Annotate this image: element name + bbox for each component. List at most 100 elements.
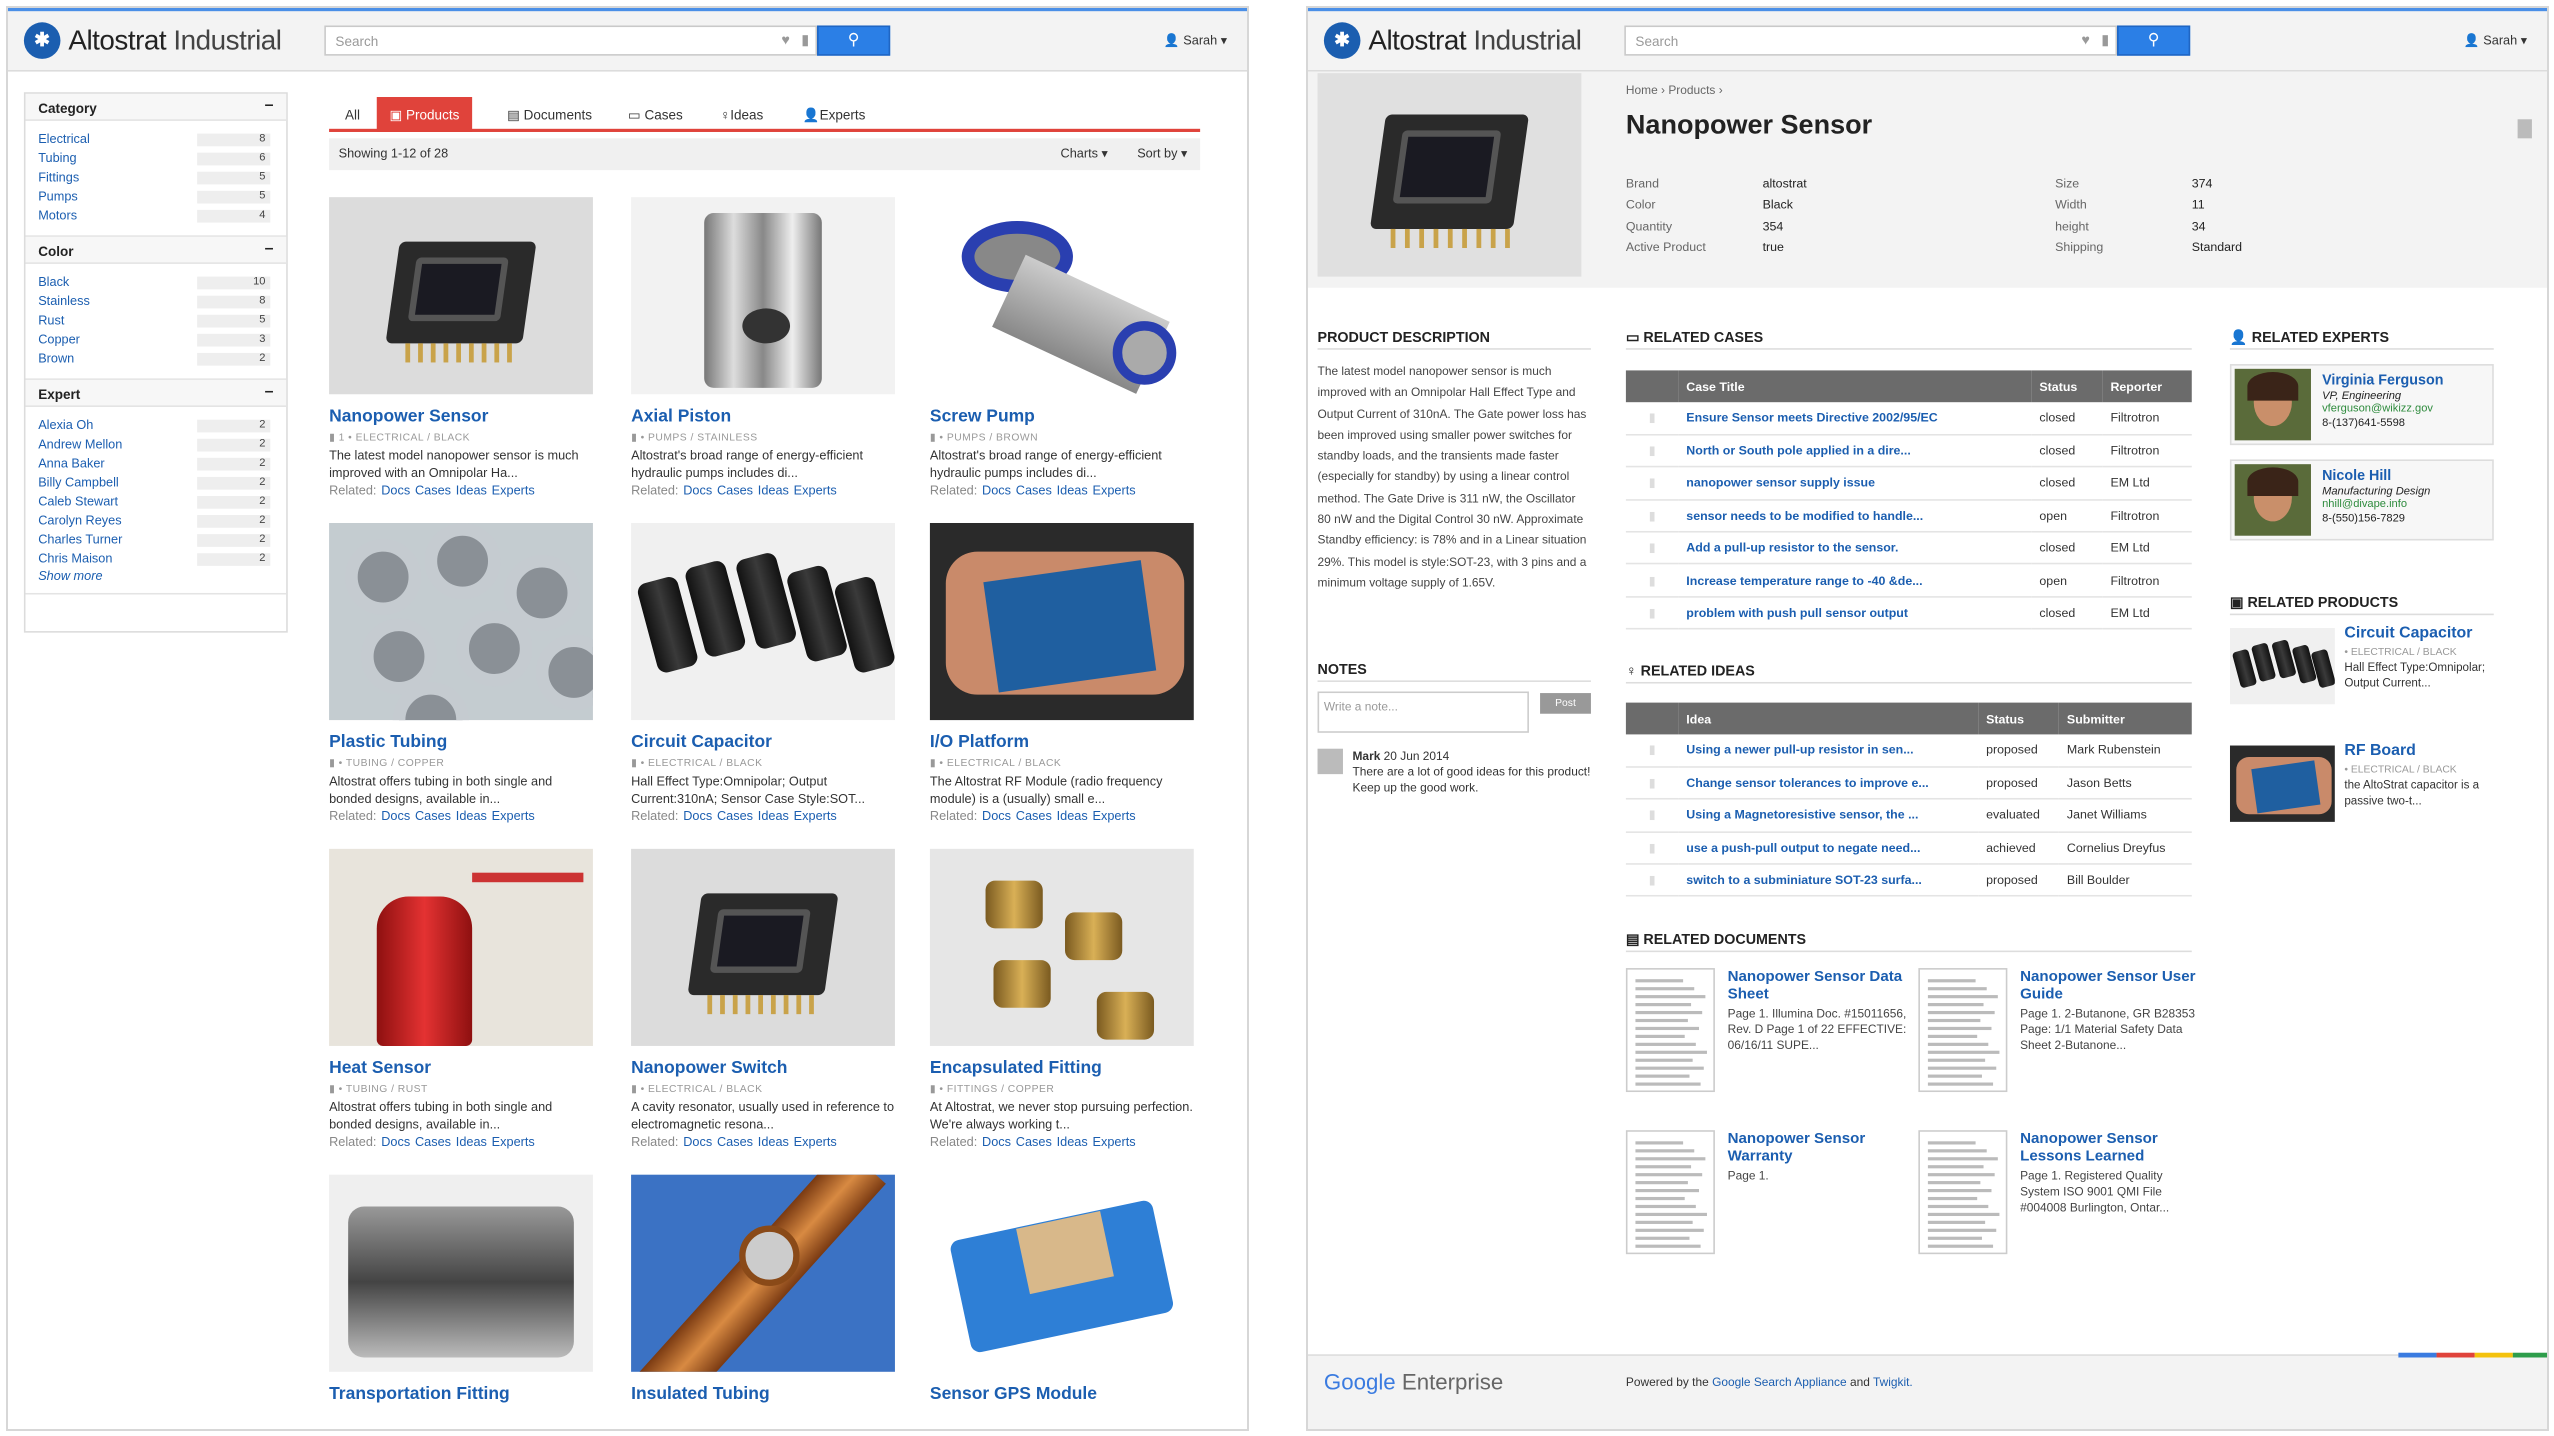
breadcrumb-products[interactable]: Products	[1668, 83, 1715, 97]
product-image[interactable]	[631, 197, 895, 395]
bookmark-icon[interactable]: ▮	[1625, 864, 1679, 898]
tab-documents[interactable]: ▤ Documents	[494, 97, 604, 132]
bookmark-icon[interactable]: ▮	[329, 432, 339, 443]
twigkit-link[interactable]: Twigkit.	[1873, 1375, 1913, 1389]
tab-experts[interactable]: 👤Experts	[790, 97, 878, 132]
document-title[interactable]: Nanopower Sensor Warranty	[1728, 1130, 1909, 1165]
user-menu[interactable]: 👤 Sarah ▾	[2464, 33, 2527, 47]
bookmark-icon[interactable]	[2517, 119, 2532, 139]
expert-card[interactable]: Virginia Ferguson VP, Engineering vferguso…	[2229, 364, 2494, 446]
related-ideas-link[interactable]: Ideas	[456, 809, 487, 823]
related-experts-link[interactable]: Experts	[1093, 483, 1136, 497]
idea-row[interactable]: ▮ Using a Magnetoresistive sensor, the ..…	[1625, 799, 2192, 833]
note-input[interactable]: Write a note...	[1317, 691, 1529, 733]
bookmark-icon[interactable]: ▮	[930, 432, 940, 443]
related-cases-link[interactable]: Cases	[717, 1135, 753, 1149]
charts-dropdown[interactable]: Charts ▾	[1061, 146, 1108, 160]
facet-item[interactable]: Pumps 5	[25, 188, 286, 207]
case-row[interactable]: ▮ Increase temperature range to -40 &de..…	[1625, 564, 2192, 598]
bookmark-icon[interactable]: ▮	[1625, 766, 1679, 801]
search-input[interactable]: Search ♥ ▮	[324, 25, 818, 56]
tab-all[interactable]: All	[332, 97, 372, 132]
facet-item[interactable]: Anna Baker 2	[25, 455, 286, 474]
search-button[interactable]: ⚲	[817, 25, 891, 56]
facet-item[interactable]: Electrical 8	[25, 130, 286, 149]
case-title-link[interactable]: North or South pole applied in a dire...	[1678, 434, 2032, 468]
product-image[interactable]	[631, 848, 895, 1046]
bookmark-icon[interactable]: ▮	[930, 758, 940, 769]
related-experts-link[interactable]: Experts	[492, 483, 535, 497]
product-image[interactable]	[329, 848, 593, 1046]
search-button[interactable]: ⚲	[2117, 25, 2191, 56]
expert-email[interactable]: vferguson@wikizz.gov	[2322, 404, 2433, 415]
related-product-title[interactable]: Circuit Capacitor	[2344, 625, 2472, 642]
case-title-link[interactable]: Add a pull-up resistor to the sensor.	[1678, 531, 2032, 566]
product-card[interactable]: Nanopower Switch ▮ • ELECTRICAL / BLACK A …	[631, 848, 895, 1149]
related-docs-link[interactable]: Docs	[982, 483, 1011, 497]
bookmark-icon[interactable]: ▮	[1625, 499, 1679, 533]
case-row[interactable]: ▮ North or South pole applied in a dire..…	[1625, 434, 2192, 468]
related-ideas-link[interactable]: Ideas	[1057, 809, 1088, 823]
case-title-link[interactable]: Increase temperature range to -40 &de...	[1678, 564, 2032, 598]
bookmark-icon[interactable]: ▮	[1625, 467, 1679, 501]
brand-title[interactable]: Altostrat Industrial	[68, 24, 282, 57]
product-title[interactable]: Axial Piston	[631, 407, 895, 426]
document-thumbnail[interactable]	[1918, 1130, 2008, 1255]
heart-icon[interactable]: ♥	[2082, 32, 2090, 48]
related-product[interactable]: RF Board • ELECTRICAL / BLACK the AltoStra…	[2229, 742, 2500, 841]
case-row[interactable]: ▮ Add a pull-up resistor to the sensor. cl…	[1625, 531, 2192, 566]
product-title[interactable]: Plastic Tubing	[329, 733, 593, 752]
user-menu[interactable]: 👤 Sarah ▾	[1164, 33, 1227, 47]
collapse-icon[interactable]: –	[265, 97, 274, 114]
product-title[interactable]: Encapsulated Fitting	[930, 1059, 1194, 1078]
related-docs-link[interactable]: Docs	[381, 809, 410, 823]
bookmark-icon[interactable]: ▮	[631, 1084, 641, 1095]
document-item[interactable]: Nanopower Sensor Data Sheet Page 1. Illum…	[1625, 968, 1909, 1102]
product-card[interactable]: Encapsulated Fitting ▮ • FITTINGS / COPPE…	[929, 848, 1194, 1149]
related-cases-link[interactable]: Cases	[717, 483, 753, 497]
document-title[interactable]: Nanopower Sensor Data Sheet	[1728, 968, 1909, 1003]
case-title-link[interactable]: nanopower sensor supply issue	[1678, 467, 2032, 501]
related-docs-link[interactable]: Docs	[982, 1135, 1011, 1149]
related-docs-link[interactable]: Docs	[982, 809, 1011, 823]
product-title[interactable]: Nanopower Switch	[631, 1059, 895, 1078]
case-row[interactable]: ▮ sensor needs to be modified to handle..…	[1625, 499, 2192, 533]
product-image[interactable]	[929, 1174, 1194, 1372]
product-image[interactable]	[329, 197, 593, 395]
document-thumbnail[interactable]	[1625, 968, 1715, 1093]
bookmark-icon[interactable]: ▮	[1625, 734, 1679, 768]
bookmark-icon[interactable]: ▮	[1625, 831, 1679, 865]
tab-cases[interactable]: ▭ Cases	[615, 97, 695, 132]
document-item[interactable]: Nanopower Sensor Warranty Page 1.	[1625, 1130, 1909, 1264]
related-experts-link[interactable]: Experts	[794, 809, 837, 823]
related-product-image[interactable]	[2229, 627, 2335, 705]
product-card[interactable]: I/O Platform ▮ • ELECTRICAL / BLACK The Al…	[929, 522, 1194, 823]
collapse-icon[interactable]: –	[265, 383, 274, 400]
idea-title-link[interactable]: Change sensor tolerances to improve e...	[1678, 766, 1979, 801]
product-title[interactable]: I/O Platform	[930, 733, 1194, 752]
facet-item[interactable]: Tubing 6	[25, 149, 286, 168]
product-card[interactable]: Screw Pump ▮ • PUMPS / BROWN Altostrat's b…	[929, 197, 1194, 498]
bookmark-icon[interactable]: ▮	[329, 758, 339, 769]
document-item[interactable]: Nanopower Sensor Lessons Learned Page 1. …	[1918, 1130, 2201, 1264]
related-product[interactable]: Circuit Capacitor • ELECTRICAL / BLACK Hal…	[2229, 625, 2500, 723]
collapse-icon[interactable]: –	[265, 240, 274, 257]
related-ideas-link[interactable]: Ideas	[758, 1135, 789, 1149]
idea-row[interactable]: ▮ Change sensor tolerances to improve e..…	[1625, 766, 2192, 801]
bookmark-icon[interactable]: ▮	[631, 758, 641, 769]
case-title-link[interactable]: sensor needs to be modified to handle...	[1678, 499, 2032, 533]
product-image[interactable]	[329, 522, 593, 721]
related-docs-link[interactable]: Docs	[381, 483, 410, 497]
expert-email[interactable]: nhill@divape.info	[2322, 499, 2407, 510]
facet-item[interactable]: Caleb Stewart 2	[25, 493, 286, 512]
related-experts-link[interactable]: Experts	[1093, 1135, 1136, 1149]
related-experts-link[interactable]: Experts	[794, 1135, 837, 1149]
related-product-image[interactable]	[2229, 745, 2335, 822]
case-title-link[interactable]: Ensure Sensor meets Directive 2002/95/EC	[1678, 402, 2032, 436]
related-cases-link[interactable]: Cases	[415, 1135, 451, 1149]
related-docs-link[interactable]: Docs	[683, 1135, 712, 1149]
product-image[interactable]	[631, 1174, 895, 1372]
related-experts-link[interactable]: Experts	[1093, 809, 1136, 823]
sort-by-dropdown[interactable]: Sort by ▾	[1137, 146, 1187, 160]
related-experts-link[interactable]: Experts	[794, 483, 837, 497]
